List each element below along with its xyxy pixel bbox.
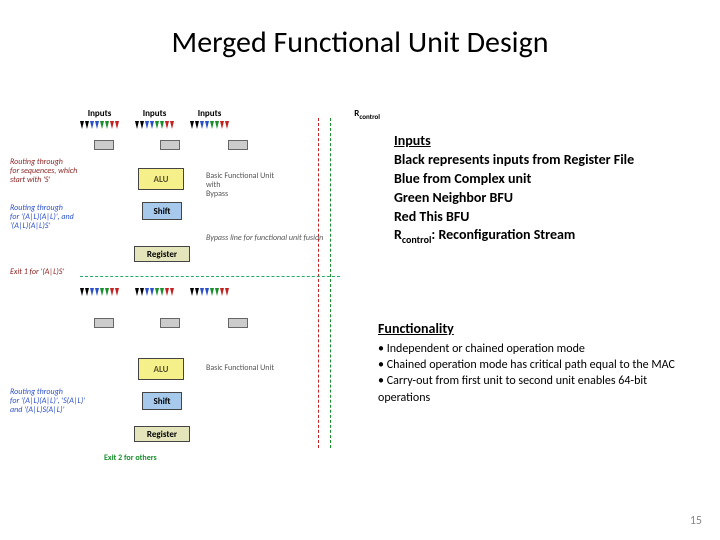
- legend-rcontrol: Rcontrol: Reconfiguration Stream: [394, 226, 694, 246]
- functionality-item: • Chained operation mode has critical pa…: [378, 357, 688, 373]
- inputs-row-bottom: [80, 288, 380, 296]
- slide-title: Merged Functional Unit Design: [0, 24, 720, 61]
- page-number: 15: [690, 514, 702, 528]
- functionality-item: • Independent or chained operation mode: [378, 341, 688, 357]
- functionality-heading: Functionality: [378, 320, 688, 337]
- annot-routing2: Routing through for '(A|L)(A|L)', 'S(A|L…: [10, 388, 86, 414]
- annot-bfu-bypass: Basic Functional Unit with Bypass: [206, 172, 316, 198]
- shift-block: Shift: [142, 392, 182, 410]
- legend-green: Green Neighbor BFU: [394, 189, 694, 208]
- legend-rcontrol-sub: control: [402, 233, 432, 246]
- inputs-row-top: Inputs Inputs Inputs: [80, 108, 380, 129]
- alu-block: ALU: [138, 358, 184, 380]
- legend-red: Red This BFU: [394, 208, 694, 227]
- annot-routing-seq: Routing through for sequences, which sta…: [10, 158, 80, 184]
- functionality-item: • Carry-out from first unit to second un…: [378, 373, 688, 405]
- inputs-label: Inputs: [143, 108, 167, 119]
- legend-rcontrol-suffix: : Reconfiguration Stream: [431, 226, 575, 243]
- legend-heading: Inputs: [394, 132, 694, 151]
- rcontrol-label: Rcontrol: [354, 108, 380, 121]
- register-block: Register: [134, 426, 190, 442]
- annot-bfu2: Basic Functional Unit: [206, 364, 316, 373]
- legend-black: Black represents inputs from Register Fi…: [394, 151, 694, 170]
- bfu-diagram: Inputs Inputs Inputs: [80, 108, 380, 468]
- register-block: Register: [134, 246, 190, 262]
- alu-block: ALU: [138, 168, 184, 190]
- annot-routing-al: Routing through for '(A|L)(A|L)', and '(…: [10, 204, 82, 230]
- rcontrol-sub: control: [359, 112, 380, 121]
- legend-blue: Blue from Complex unit: [394, 170, 694, 189]
- annot-exit2: Exit 2 for others: [104, 454, 157, 463]
- shift-block: Shift: [142, 202, 182, 220]
- annot-bypass-line: Bypass line for functional unit fusion: [206, 234, 326, 243]
- legend-rcontrol-r: R: [394, 226, 402, 243]
- inputs-legend: Inputs Black represents inputs from Regi…: [394, 132, 694, 247]
- inputs-label: Inputs: [198, 108, 222, 119]
- inputs-label: Inputs: [88, 108, 112, 119]
- functionality-block: Functionality • Independent or chained o…: [378, 320, 688, 406]
- annot-exit1: Exit 1 for '(A|L)S': [10, 268, 90, 277]
